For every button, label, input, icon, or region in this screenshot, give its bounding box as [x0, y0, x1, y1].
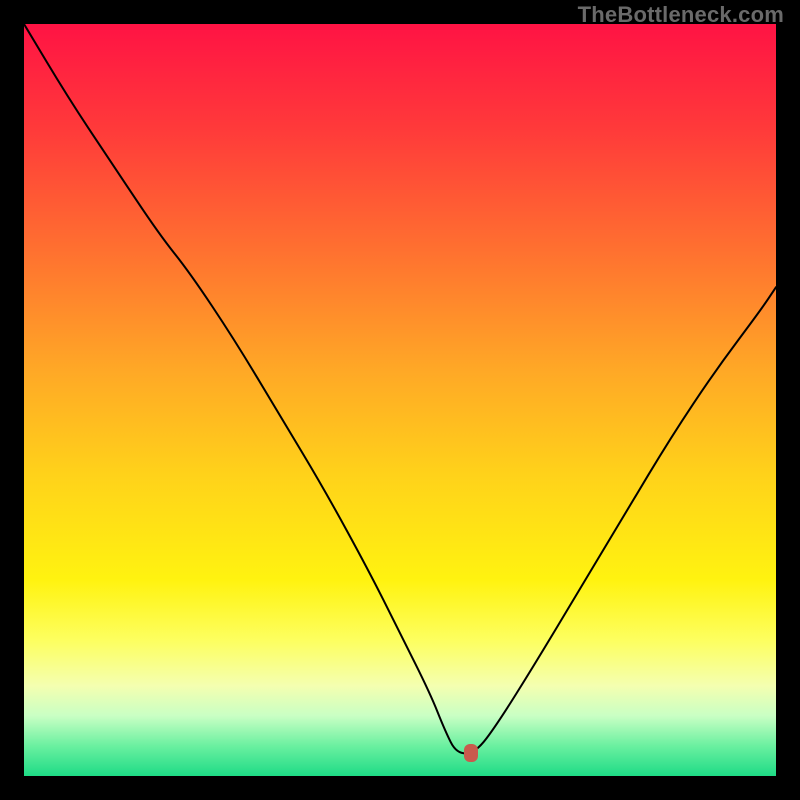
plot-area	[24, 24, 776, 776]
optimum-marker	[464, 744, 478, 762]
chart-frame: TheBottleneck.com	[0, 0, 800, 800]
bottleneck-curve	[24, 24, 776, 776]
